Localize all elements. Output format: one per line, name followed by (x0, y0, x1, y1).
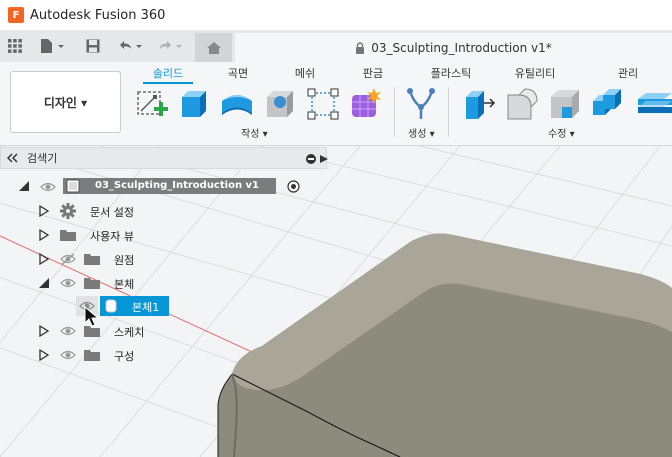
tab-solid[interactable]: 솔리드 (143, 65, 193, 81)
tree-item-sketches[interactable]: 스케치 (114, 324, 144, 340)
separator (448, 87, 449, 137)
create-sketch-icon[interactable] (135, 87, 169, 121)
eye-icon[interactable] (60, 277, 76, 289)
document-tab[interactable]: 03_Sculpting_Introduction v1* (235, 33, 672, 62)
root-node-label: 03_Sculpting_Introduction v1 (95, 180, 260, 191)
expand-construction-icon[interactable] (38, 349, 50, 361)
home-tab[interactable] (195, 33, 232, 62)
shell-icon[interactable] (591, 87, 625, 121)
scale-icon[interactable] (634, 87, 672, 121)
fusion-logo-icon: F (8, 7, 24, 23)
workspace-switcher[interactable]: 디자인 ▾ (10, 71, 121, 133)
collapse-browser-icon[interactable] (7, 153, 19, 163)
browser-title: 검색기 (27, 152, 58, 165)
tab-mesh[interactable]: 메쉬 (285, 65, 325, 81)
tab-sheet-metal[interactable]: 판금 (353, 65, 393, 81)
separator (394, 87, 395, 137)
expand-named-views-icon[interactable] (38, 229, 50, 241)
expand-sketches-icon[interactable] (38, 325, 50, 337)
tab-utilities[interactable]: 유틸리티 (505, 65, 565, 81)
gear-icon (60, 203, 76, 219)
folder-icon (84, 254, 100, 265)
apps-grid-icon[interactable] (4, 30, 26, 62)
title-bar: F Autodesk Fusion 360 (0, 0, 672, 30)
folder-icon (84, 350, 100, 361)
generate-group-label[interactable]: 생성 ▾ (408, 125, 435, 140)
expand-origin-icon[interactable] (38, 253, 50, 265)
press-pull-icon[interactable] (462, 87, 496, 121)
hole-icon[interactable] (263, 87, 297, 121)
create-form-icon[interactable] (349, 87, 383, 121)
active-tab-indicator (143, 82, 193, 84)
browser-minimize-icon[interactable] (306, 154, 316, 164)
tree-item-document-settings[interactable]: 문서 설정 (90, 204, 134, 220)
app-title: Autodesk Fusion 360 (30, 7, 166, 23)
tree-item-body1[interactable]: 본체1 (132, 299, 159, 315)
home-icon (206, 41, 221, 54)
document-title: 03_Sculpting_Introduction v1* (371, 40, 552, 55)
eye-icon[interactable] (40, 181, 56, 193)
tree-item-construction[interactable]: 구성 (114, 348, 134, 364)
tab-surface[interactable]: 곡면 (218, 65, 258, 81)
body-icon (105, 299, 117, 313)
collapse-bodies-icon[interactable] (38, 277, 50, 289)
eye-hidden-icon[interactable] (60, 253, 76, 265)
expand-doc-settings-icon[interactable] (38, 205, 50, 217)
folder-icon (84, 278, 100, 289)
folder-icon (84, 326, 100, 337)
save-icon[interactable] (82, 30, 104, 62)
redo-button[interactable] (154, 30, 188, 62)
toolbar-ribbon: 디자인 ▾ 솔리드 곡면 메쉬 판금 플라스틱 유틸리티 관리 작성 ▾ 생성 … (0, 62, 672, 146)
create-group-label[interactable]: 작성 ▾ (241, 125, 268, 140)
eye-icon[interactable] (60, 349, 76, 361)
tree-item-named-views[interactable]: 사용자 뷰 (90, 228, 134, 244)
document-component-icon (66, 179, 80, 193)
fillet-icon[interactable] (505, 87, 539, 121)
lock-icon (356, 41, 365, 54)
eye-icon[interactable] (60, 325, 76, 337)
pattern-icon[interactable] (306, 87, 340, 121)
file-menu-button[interactable] (36, 30, 70, 62)
root-collapse-icon[interactable] (18, 180, 30, 192)
undo-button[interactable] (114, 30, 148, 62)
tree-item-origin[interactable]: 원점 (114, 252, 134, 268)
tab-manage[interactable]: 관리 (608, 65, 648, 81)
activate-radio-icon[interactable] (287, 180, 300, 193)
quick-access-bar: 03_Sculpting_Introduction v1* (0, 30, 672, 62)
browser-header: 검색기 (0, 147, 328, 169)
revolve-icon[interactable] (220, 87, 254, 121)
folder-icon (60, 230, 76, 241)
generative-design-icon[interactable] (404, 87, 438, 121)
browser-expand-icon[interactable] (320, 155, 328, 163)
modify-group-label[interactable]: 수정 ▾ (548, 125, 575, 140)
tab-plastic[interactable]: 플라스틱 (420, 65, 482, 81)
extrude-icon[interactable] (178, 87, 212, 121)
chamfer-icon[interactable] (548, 87, 582, 121)
tree-item-bodies[interactable]: 본체 (114, 276, 134, 292)
